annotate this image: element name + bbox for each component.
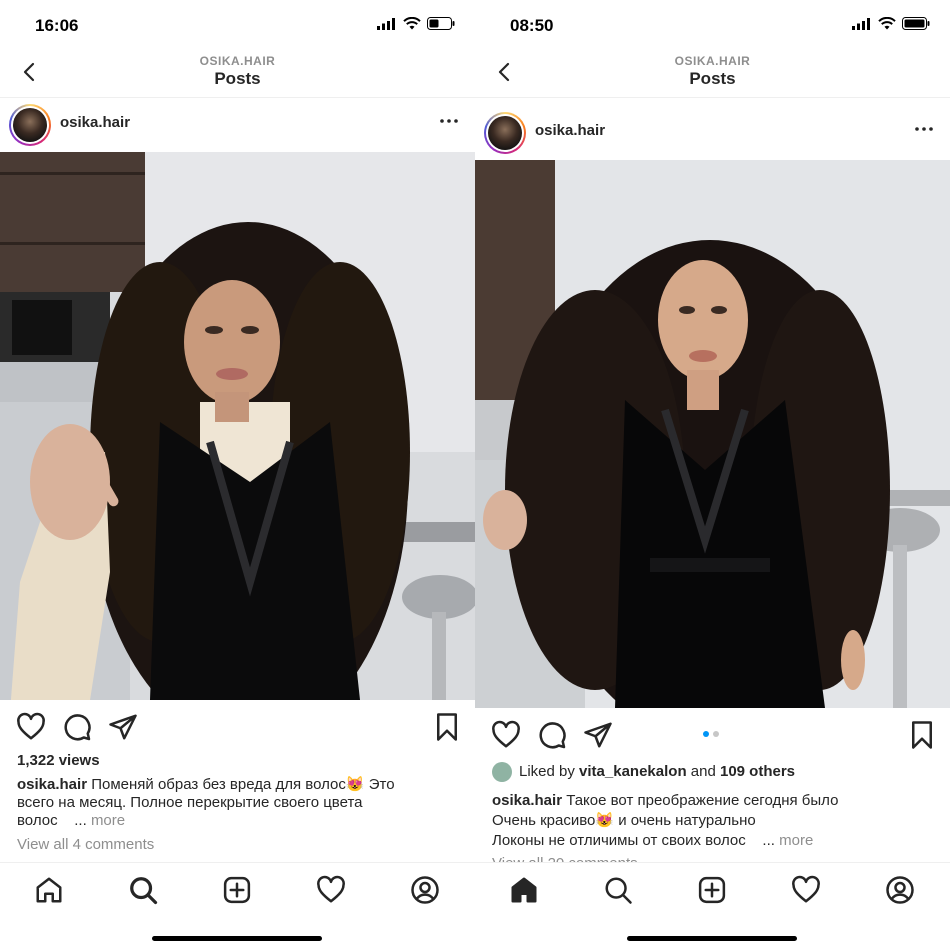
avatar[interactable]	[484, 112, 526, 154]
liked-by-avatar[interactable]	[492, 762, 512, 782]
caption-text-line1: Поменяй образ без вреда для волос😻 Это	[91, 776, 395, 793]
share-icon[interactable]	[583, 720, 613, 750]
page-title: Posts	[689, 69, 736, 88]
avatar[interactable]	[9, 104, 51, 146]
add-post-icon[interactable]	[697, 875, 727, 905]
carousel-indicator	[703, 731, 719, 737]
caption-more-link[interactable]: more	[91, 812, 125, 829]
caption-username[interactable]: osika.hair	[492, 792, 562, 809]
post-photo[interactable]	[475, 160, 950, 708]
post-header: osika.hair	[0, 100, 475, 152]
home-icon[interactable]	[509, 875, 539, 905]
nav-account-name: OSIKA.HAIR	[674, 54, 751, 68]
liked-by-prefix: Liked by	[519, 763, 575, 780]
status-bar: 08:50	[475, 0, 950, 50]
nav-titles: OSIKA.HAIR Posts	[0, 54, 475, 89]
comment-icon[interactable]	[537, 720, 567, 750]
liked-by-and: and	[690, 763, 716, 780]
post-photo-image	[475, 160, 950, 708]
home-icon[interactable]	[34, 875, 64, 905]
search-icon[interactable]	[128, 875, 158, 905]
caption-text-line1: Такое вот преображение сегодня было	[566, 792, 839, 809]
post-photo-image	[0, 152, 475, 700]
profile-icon[interactable]	[410, 875, 440, 905]
battery-icon	[427, 17, 455, 30]
post-header: osika.hair	[475, 108, 950, 160]
share-icon[interactable]	[108, 712, 138, 742]
page-title: Posts	[214, 69, 261, 88]
nav-header: OSIKA.HAIR Posts	[475, 50, 950, 98]
caption-ellipsis: ...	[762, 832, 775, 849]
caption-more-link[interactable]: more	[779, 832, 813, 849]
bookmark-icon[interactable]	[907, 720, 937, 750]
nav-titles: OSIKA.HAIR Posts	[475, 54, 950, 89]
battery-icon	[902, 17, 930, 30]
liked-by-user[interactable]: vita_kanekalon	[579, 763, 687, 781]
liked-by-others[interactable]: 109 others	[720, 763, 795, 781]
caption: osika.hair Поменяй образ без вреда для в…	[17, 776, 463, 830]
carousel-dot-active	[703, 731, 709, 737]
wifi-icon	[403, 17, 421, 30]
home-indicator	[627, 936, 797, 941]
activity-icon[interactable]	[316, 875, 346, 905]
caption-text-line2: Очень красиво😻 и очень натурально	[492, 812, 756, 829]
left-phone-screen: 16:06 OSIKA.HAIR Posts osika.hair 1,322 …	[0, 0, 475, 950]
comment-icon[interactable]	[62, 712, 92, 742]
cellular-signal-icon	[852, 17, 870, 30]
heart-icon[interactable]	[16, 712, 46, 742]
post-actions	[475, 720, 950, 760]
cellular-signal-icon	[377, 17, 395, 30]
status-bar: 16:06	[0, 0, 475, 50]
caption-username[interactable]: osika.hair	[17, 776, 87, 793]
caption-text-line2: всего на месяц. Полное перекрытие своего…	[17, 794, 363, 811]
post-username[interactable]: osika.hair	[60, 114, 130, 131]
post-actions	[0, 712, 475, 752]
post-photo[interactable]	[0, 152, 475, 700]
views-count: 1,322 views	[17, 752, 100, 769]
home-indicator	[152, 936, 322, 941]
status-time: 16:06	[35, 16, 79, 35]
more-horizontal-icon[interactable]	[439, 114, 459, 128]
bookmark-icon[interactable]	[432, 712, 462, 742]
wifi-icon	[878, 17, 896, 30]
activity-icon[interactable]	[791, 875, 821, 905]
caption-text-line3: волос	[17, 812, 58, 829]
post-username[interactable]: osika.hair	[535, 122, 605, 139]
profile-icon[interactable]	[885, 875, 915, 905]
status-time: 08:50	[510, 16, 554, 35]
status-icons	[852, 17, 930, 30]
caption-ellipsis: ...	[74, 812, 87, 829]
liked-by: Liked by vita_kanekalon and 109 others	[492, 762, 938, 782]
search-icon[interactable]	[603, 875, 633, 905]
carousel-dot	[713, 731, 719, 737]
add-post-icon[interactable]	[222, 875, 252, 905]
heart-icon[interactable]	[491, 720, 521, 750]
post-meta: Liked by vita_kanekalon and 109 others o…	[492, 762, 938, 873]
status-icons	[377, 17, 455, 30]
caption: osika.hair Такое вот преображение сегодн…	[492, 791, 938, 851]
right-phone-screen: 08:50 OSIKA.HAIR Posts osika.hair Liked …	[475, 0, 950, 950]
nav-account-name: OSIKA.HAIR	[199, 54, 276, 68]
post-meta: 1,322 views osika.hair Поменяй образ без…	[17, 752, 463, 854]
view-comments-link[interactable]: View all 4 comments	[17, 836, 463, 854]
more-horizontal-icon[interactable]	[914, 122, 934, 136]
nav-header: OSIKA.HAIR Posts	[0, 50, 475, 98]
caption-text-line3: Локоны не отличимы от своих волос	[492, 832, 746, 849]
